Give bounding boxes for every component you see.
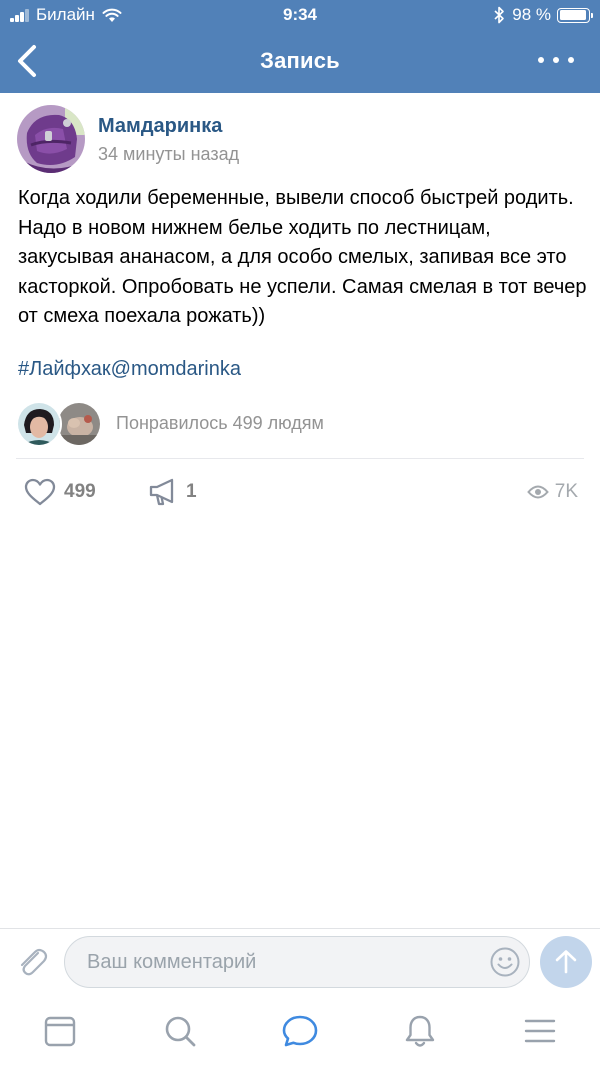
status-right: 98 % [493,5,593,25]
page-title: Запись [260,48,340,73]
author-avatar[interactable] [17,105,85,173]
send-button[interactable] [540,936,592,988]
eye-icon [526,485,549,499]
comment-box [64,936,530,988]
megaphone-icon [149,478,174,506]
hashtag-link[interactable]: #Лайфхак@momdarinka [18,358,241,381]
divider [0,928,600,929]
battery-percent: 98 % [512,5,551,24]
liked-by-avatars[interactable] [16,401,116,447]
comment-input[interactable] [87,937,477,987]
bluetooth-icon [494,6,505,24]
notifications-tab[interactable] [400,1011,440,1051]
status-bar: Билайн 9:34 98 % [0,0,600,30]
liked-by-text[interactable]: Понравилось 499 людям [116,413,324,434]
liker-avatar[interactable] [16,401,62,447]
shares-count: 1 [186,481,197,502]
views-count: 7K [554,481,578,502]
paperclip-icon[interactable] [14,944,50,980]
heart-icon [24,478,56,506]
battery-icon [557,7,593,23]
menu-tab[interactable] [520,1011,560,1051]
author-name[interactable]: Мамдаринка [98,115,222,138]
more-dots-icon[interactable] [538,48,574,72]
back-chevron-icon[interactable] [14,44,44,78]
like-button[interactable]: 499 [24,476,96,508]
app-header: Билайн 9:34 98 % Запись [0,0,600,93]
search-tab[interactable] [160,1011,200,1051]
share-button[interactable]: 1 [148,476,197,508]
messages-tab[interactable] [280,1011,320,1051]
post-text: Когда ходили беременные, вывели способ б… [18,187,587,327]
nav-bar: Запись [0,30,600,93]
likes-count: 499 [64,481,96,502]
views-counter: 7K [526,476,578,508]
news-tab[interactable] [40,1011,80,1051]
smiley-icon[interactable] [489,946,521,978]
arrow-up-icon [555,950,577,974]
tab-bar [0,995,600,1066]
liker-avatar[interactable] [56,401,102,447]
divider [16,458,584,459]
post-time: 34 минуты назад [98,144,240,164]
